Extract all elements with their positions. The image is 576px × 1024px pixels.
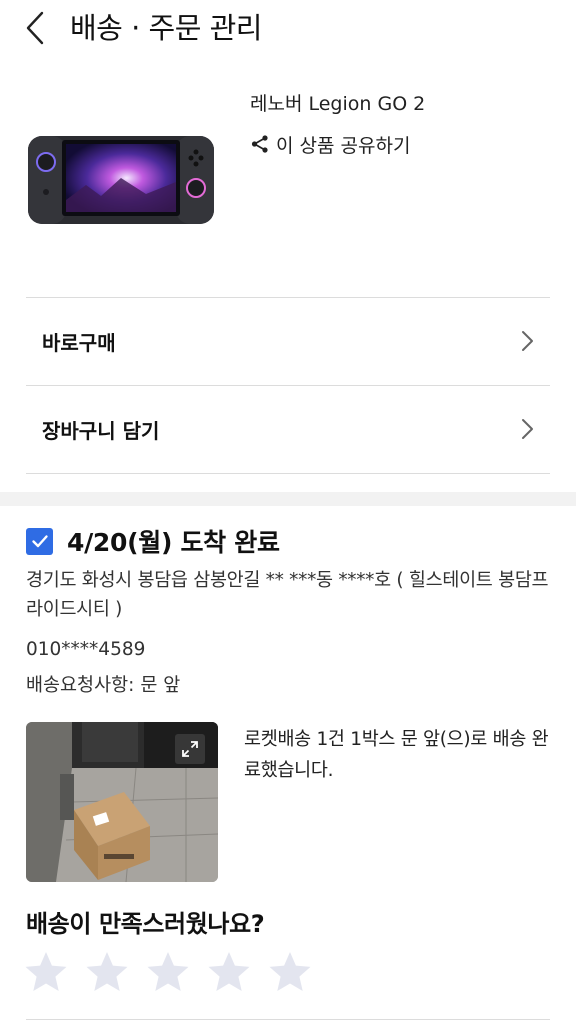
share-button[interactable]: 이 상품 공유하기	[250, 130, 410, 158]
page-title: 배송 · 주문 관리	[70, 11, 262, 45]
chevron-right-icon	[522, 331, 533, 351]
back-button[interactable]	[20, 8, 56, 48]
recipient-phone: 010****4589	[26, 639, 146, 660]
star-1[interactable]	[24, 950, 68, 994]
divider	[26, 1019, 550, 1020]
star-3[interactable]	[146, 950, 190, 994]
star-icon	[208, 952, 250, 991]
share-label: 이 상품 공유하기	[276, 134, 411, 157]
checkmark-icon	[31, 535, 48, 548]
add-to-cart-button[interactable]: 장바구니 담기	[26, 386, 550, 472]
chevron-left-icon	[26, 11, 44, 45]
star-4[interactable]	[207, 950, 251, 994]
delivery-request-label: 배송요청사항:	[26, 675, 135, 696]
star-2[interactable]	[85, 950, 129, 994]
delivery-message: 로켓배송 1건 1박스 문 앞(으)로 배송 완료했습니다.	[244, 729, 549, 781]
product-section: 레노버 Legion GO 2 이 상품 공유하기	[0, 70, 576, 290]
star-icon	[269, 952, 311, 991]
star-icon	[147, 952, 189, 991]
star-5[interactable]	[268, 950, 312, 994]
delivery-request: 배송요청사항: 문 앞	[26, 672, 186, 700]
expand-photo-button[interactable]	[175, 734, 205, 764]
product-image[interactable]	[26, 130, 216, 230]
delivery-checkbox[interactable]	[26, 527, 53, 555]
delivery-request-value: 문 앞	[140, 675, 181, 696]
buy-now-label: 바로구매	[42, 330, 116, 355]
handheld-console-image	[28, 136, 214, 224]
delivery-address: 경기도 화성시 봉담읍 삼봉안길 ** ***동 ****호 ( 힐스테이트 봉…	[26, 570, 549, 620]
app-header: 배송 · 주문 관리	[0, 0, 576, 56]
section-separator	[0, 492, 576, 506]
expand-icon	[182, 741, 198, 757]
delivery-status: 4/20(월) 도착 완료	[67, 528, 280, 557]
rating-question: 배송이 만족스러웠나요?	[26, 910, 265, 938]
star-rating	[24, 950, 329, 994]
divider	[26, 473, 550, 474]
star-icon	[25, 952, 67, 991]
add-to-cart-label: 장바구니 담기	[42, 418, 160, 443]
star-icon	[86, 952, 128, 991]
buy-now-button[interactable]: 바로구매	[26, 298, 550, 384]
chevron-right-icon	[522, 419, 533, 439]
product-name: 레노버 Legion GO 2	[250, 93, 426, 115]
delivery-header: 4/20(월) 도착 완료	[26, 524, 280, 558]
share-icon	[251, 135, 268, 153]
